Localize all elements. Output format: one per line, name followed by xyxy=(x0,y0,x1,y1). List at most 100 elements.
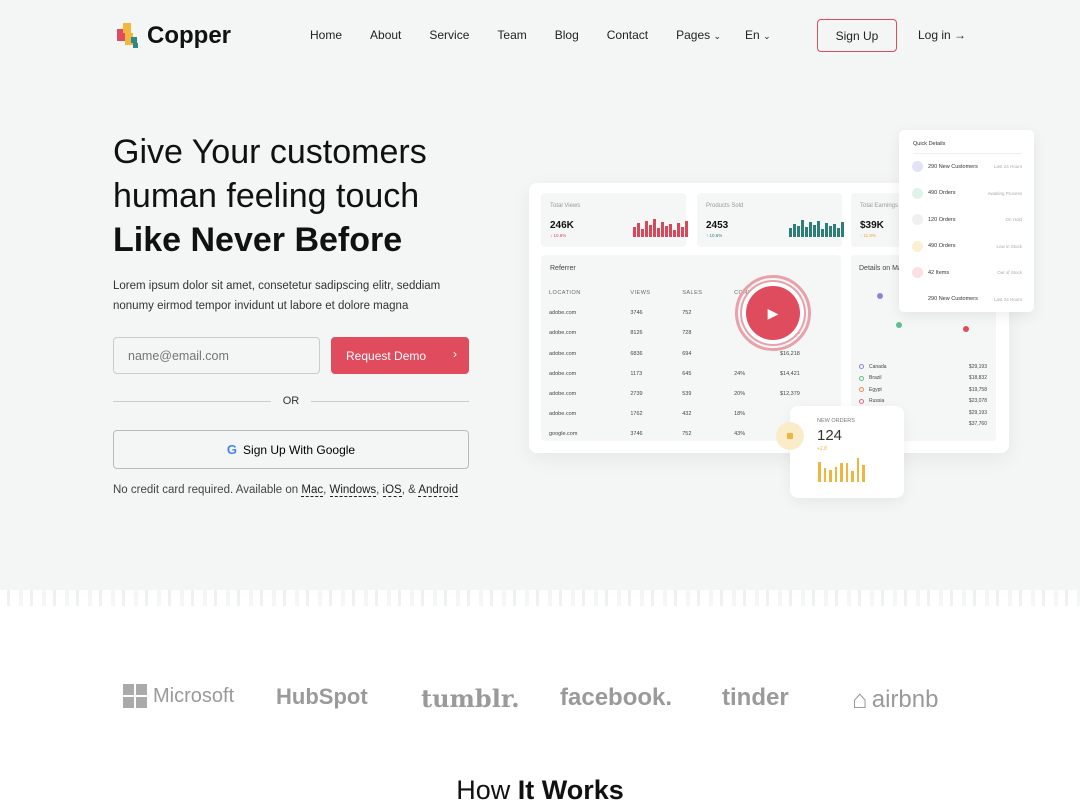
table-cell: 1173 xyxy=(630,370,643,377)
quick-detail-status: On Hold xyxy=(1005,217,1022,222)
spark-bar xyxy=(833,224,836,237)
nav-about[interactable]: About xyxy=(370,28,401,42)
google-icon: G xyxy=(226,442,238,457)
country-dot-icon xyxy=(859,364,864,370)
table-cell: 20% xyxy=(734,391,746,398)
link-android[interactable]: Android xyxy=(418,484,458,497)
country-value: $23,078 xyxy=(968,398,987,405)
table-cell: adobe.com xyxy=(549,330,577,337)
nav-pages-label: Pages xyxy=(676,28,711,42)
spark-bar xyxy=(649,225,652,237)
microsoft-text: Microsoft xyxy=(153,684,235,707)
spark-bar xyxy=(665,226,668,237)
map-pin-icon xyxy=(896,322,902,328)
nav-service[interactable]: Service xyxy=(429,28,469,42)
nav-contact[interactable]: Contact xyxy=(607,28,648,42)
logo[interactable]: Copper xyxy=(113,22,231,50)
spark-bar xyxy=(793,224,796,237)
new-orders-value: 124 xyxy=(817,427,843,444)
quick-details-card: Quick Details 290 New Customers Last 24 H… xyxy=(899,130,1034,312)
table-cell: 1762 xyxy=(630,411,643,418)
column-header: SALES xyxy=(682,290,703,297)
logo-microsoft: Microsoft xyxy=(123,684,234,708)
or-label: OR xyxy=(282,395,300,407)
spark-bar xyxy=(809,222,812,237)
signup-button[interactable]: Sign Up xyxy=(817,19,897,52)
stat-change: ↓ 10.6% xyxy=(550,233,567,238)
spark-bar xyxy=(669,224,672,237)
table-cell: $12,379 xyxy=(779,391,800,398)
table-cell: 8126 xyxy=(630,330,643,337)
spark-bar xyxy=(817,221,820,237)
country-value: $37,760 xyxy=(968,421,987,428)
language-selector[interactable]: En ⌄ xyxy=(745,28,771,42)
quick-detail-label: 290 New Customers xyxy=(928,296,978,302)
spark-bar xyxy=(681,227,684,237)
email-input[interactable] xyxy=(113,337,320,374)
airbnb-icon: ⌂ xyxy=(852,684,868,714)
orders-bar xyxy=(856,458,859,482)
how-bold: It Works xyxy=(517,775,624,805)
table-cell: 3746 xyxy=(630,431,643,438)
country-value: $29,193 xyxy=(968,363,987,370)
quick-detail-label: 490 Orders xyxy=(928,190,956,196)
table-cell: 6836 xyxy=(630,350,643,357)
quick-detail-row: 120 Orders On Hold xyxy=(912,214,1022,225)
nav-team[interactable]: Team xyxy=(497,28,526,42)
spark-bar xyxy=(637,223,640,237)
spark-bar xyxy=(821,229,824,237)
quick-detail-row: 290 New Customers Last 24 Hours xyxy=(912,294,1022,305)
airbnb-text: airbnb xyxy=(871,685,939,713)
quick-detail-label: 290 New Customers xyxy=(928,163,978,170)
quick-detail-status: Awaiting Process xyxy=(987,190,1022,196)
hero-description: Lorem ipsum dolor sit amet, consetetur s… xyxy=(113,280,441,312)
chevron-down-icon: ⌄ xyxy=(713,31,722,41)
spark-bar xyxy=(685,221,688,237)
main-menu: Home About Service Team Blog Contact Pag… xyxy=(310,28,799,42)
table-cell: adobe.com xyxy=(549,350,577,357)
quick-detail-icon xyxy=(912,294,923,305)
google-signup-button[interactable]: G Sign Up With Google xyxy=(113,430,469,469)
orders-bar xyxy=(845,463,848,482)
country-dot-icon xyxy=(859,375,864,381)
quick-detail-row: 490 Orders Awaiting Process xyxy=(912,187,1022,199)
or-divider: OR xyxy=(113,395,469,407)
nav-blog[interactable]: Blog xyxy=(555,28,579,42)
country-name: Brazil xyxy=(869,375,882,382)
login-link[interactable]: Log in → xyxy=(918,28,966,42)
quick-detail-row: 42 Items Out of Stock xyxy=(912,267,1022,278)
new-orders-change: +2.8 xyxy=(817,446,827,452)
note-text: No credit card required. Available on xyxy=(113,484,302,496)
stat-value: 246K xyxy=(550,220,574,231)
spark-bar xyxy=(661,222,664,237)
spark-bar xyxy=(841,222,844,237)
stat-card: Products Sold 2453 ↑ 10.6% xyxy=(697,193,844,247)
spark-bar xyxy=(633,227,636,237)
spark-bar xyxy=(801,220,804,237)
country-row: Egypt $19,758 xyxy=(859,384,987,396)
table-cell: 43% xyxy=(734,431,746,438)
table-cell: 694 xyxy=(682,350,692,357)
link-windows[interactable]: Windows xyxy=(329,484,377,497)
navbar: Copper Home About Service Team Blog Cont… xyxy=(0,0,1080,72)
request-demo-button[interactable]: Request Demo › xyxy=(331,337,469,374)
nav-home[interactable]: Home xyxy=(310,28,342,42)
link-ios[interactable]: iOS xyxy=(382,484,402,497)
play-video-button[interactable]: ▶ xyxy=(735,275,811,351)
table-row: adobe.com 2739 539 20% $12,379 xyxy=(549,384,831,404)
spark-bar xyxy=(789,228,792,237)
link-mac[interactable]: Mac xyxy=(301,484,324,497)
logo-hubspot: HubSpot xyxy=(276,684,368,709)
table-cell: 728 xyxy=(682,330,692,337)
orders-bar xyxy=(840,463,843,482)
language-label: En xyxy=(745,28,760,42)
quick-detail-row: 490 Orders Low in Stock xyxy=(912,240,1022,252)
quick-detail-row: 290 New Customers Last 24 Hours xyxy=(912,161,1022,172)
stat-value: 2453 xyxy=(706,220,729,231)
nav-pages[interactable]: Pages ⌄ xyxy=(676,28,721,42)
table-cell: 18% xyxy=(734,411,746,418)
table-cell: 24% xyxy=(734,370,746,377)
new-orders-label: NEW ORDERS xyxy=(817,418,855,424)
spark-bar xyxy=(813,225,816,237)
table-cell: 539 xyxy=(682,391,692,398)
